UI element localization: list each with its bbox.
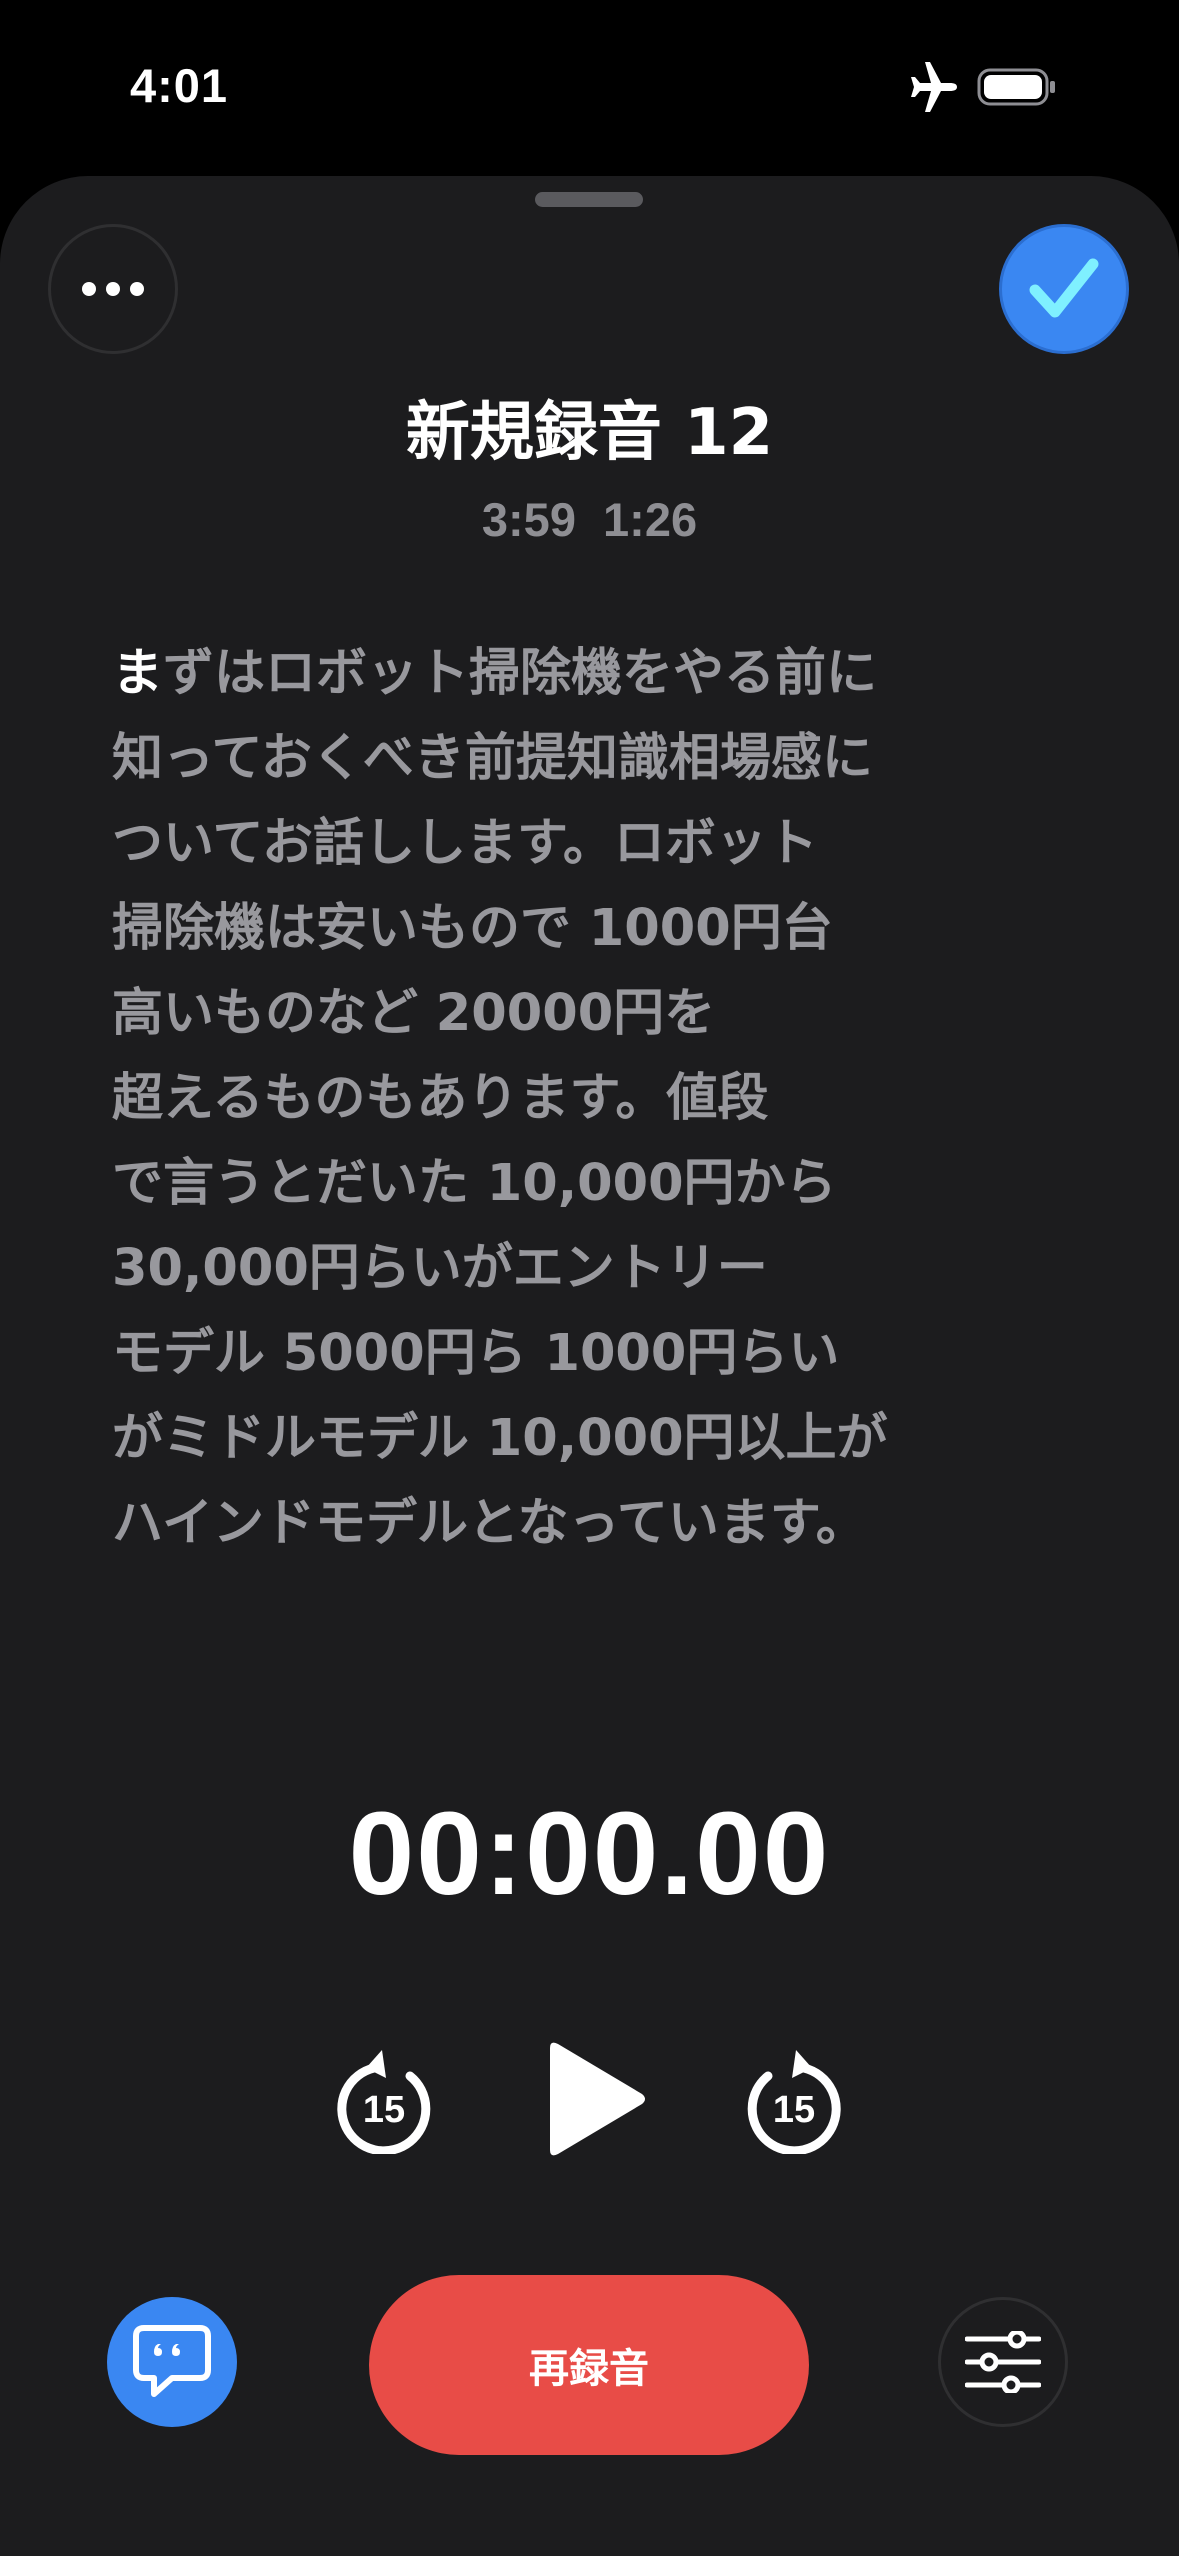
- playback-settings-button[interactable]: [938, 2297, 1068, 2427]
- transcript-current-word: ま: [112, 644, 164, 703]
- play-button[interactable]: [538, 2038, 648, 2160]
- ellipsis-icon: [82, 282, 144, 296]
- done-button[interactable]: [999, 224, 1129, 354]
- battery-icon: [977, 68, 1055, 106]
- recording-title[interactable]: 新規録音 12: [0, 381, 1179, 473]
- skip-back-15-icon[interactable]: 15: [330, 2042, 438, 2154]
- rerecord-button[interactable]: 再録音: [369, 2275, 809, 2455]
- recording-meta: 3:59 1:26: [0, 492, 1179, 547]
- skip-forward-label: 15: [773, 2089, 815, 2131]
- recording-sheet: 新規録音 12 3:59 1:26 まずはロボット掃除機をやる前に 知っておくべ…: [0, 176, 1179, 2556]
- recording-duration: 1:26: [603, 493, 698, 546]
- skip-back-label: 15: [363, 2089, 405, 2131]
- transcript-fade: [0, 1556, 1179, 1806]
- status-bar: 4:01: [0, 0, 1179, 170]
- airplane-icon: [911, 62, 957, 112]
- transcript-text[interactable]: まずはロボット掃除機をやる前に 知っておくべき前提知識相場感に ついてお話ししま…: [112, 631, 1072, 1566]
- sliders-icon: [965, 2331, 1041, 2393]
- skip-forward-15-icon[interactable]: 15: [740, 2042, 848, 2154]
- recording-time: 3:59: [481, 493, 576, 546]
- playback-timer: 00:00.00: [348, 1788, 831, 1920]
- sheet-grabber[interactable]: [535, 192, 643, 207]
- status-time: 4:01: [130, 59, 229, 112]
- checkmark-icon: [1029, 258, 1099, 318]
- transcript-button[interactable]: [107, 2297, 237, 2427]
- quote-bubble-icon: [133, 2325, 211, 2397]
- transcript-body: ずはロボット掃除機をやる前に 知っておくべき前提知識相場感に ついてお話しします…: [112, 644, 888, 1553]
- more-options-button[interactable]: [48, 224, 178, 354]
